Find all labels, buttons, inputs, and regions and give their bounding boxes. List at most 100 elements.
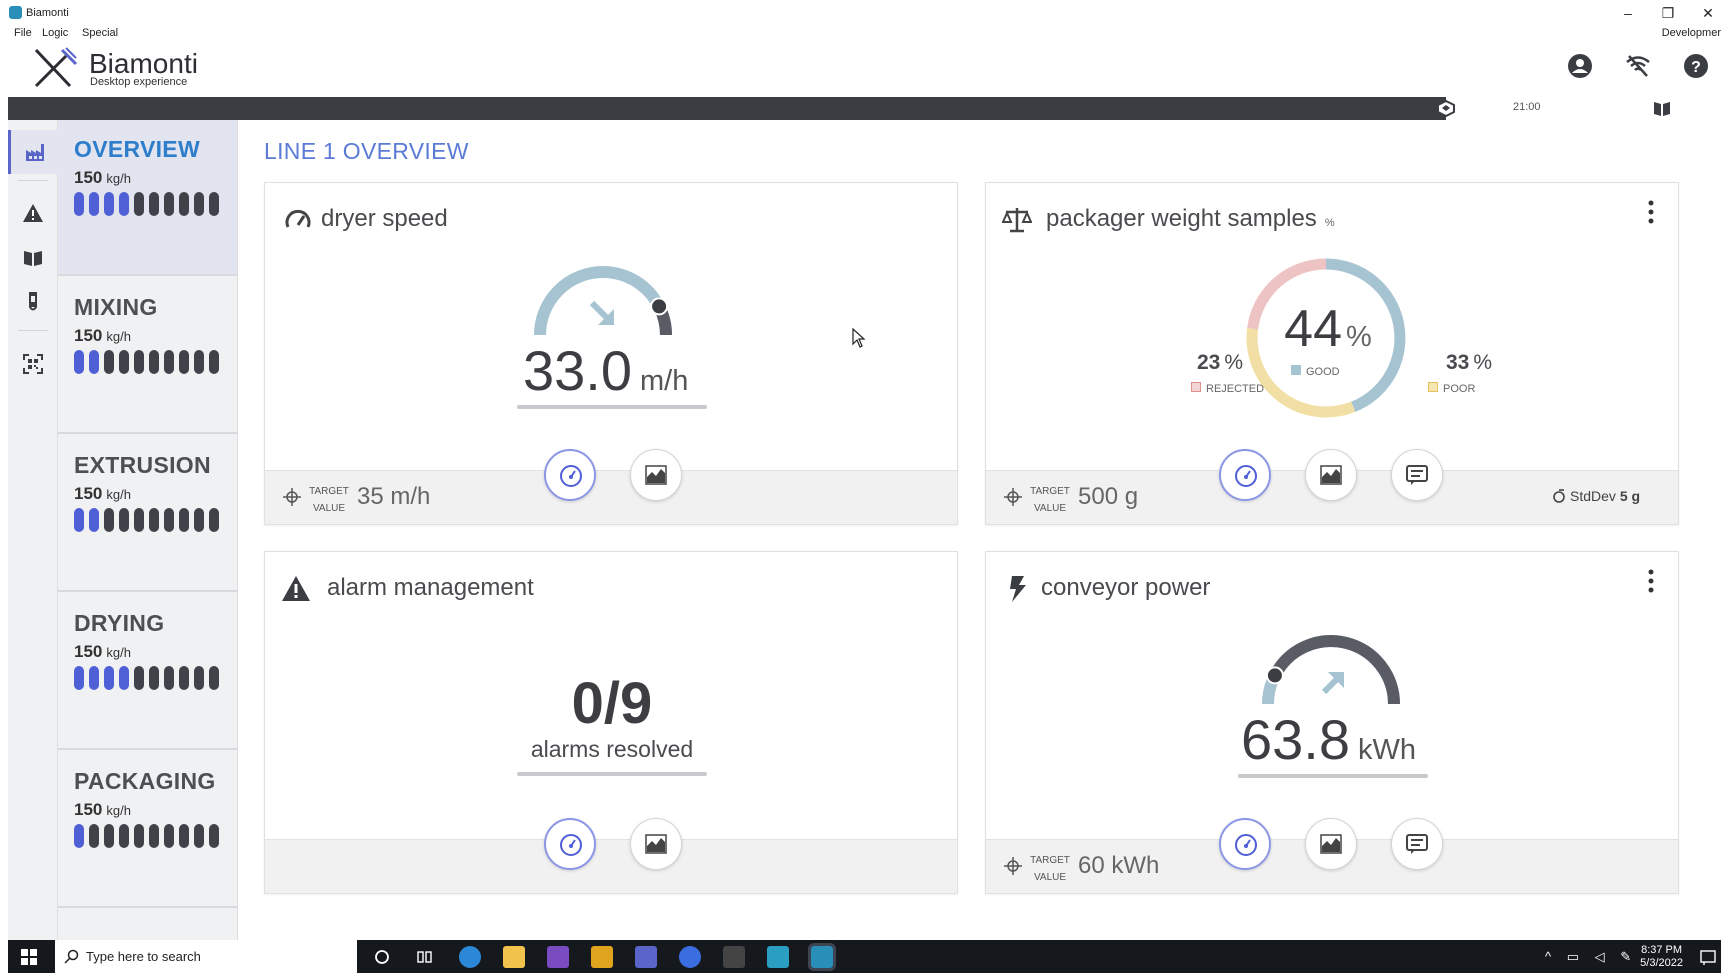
stddev-readout: StdDev 5 g — [1552, 488, 1640, 504]
qr-scan-icon — [23, 354, 43, 374]
level-bar — [74, 350, 84, 374]
level-bar — [74, 508, 84, 532]
level-bar — [119, 666, 129, 690]
windows-start-icon[interactable] — [21, 949, 37, 965]
chart-view-button[interactable] — [630, 449, 682, 501]
comments-button[interactable] — [1391, 449, 1443, 501]
taskbar-clock[interactable]: 8:37 PM 5/3/2022 — [1640, 944, 1683, 970]
cortana-icon[interactable] — [374, 949, 390, 965]
target-value: 60 kWh — [1078, 852, 1160, 879]
level-bar — [209, 666, 219, 690]
feather-app-icon[interactable] — [679, 946, 701, 968]
wifi-off-icon[interactable] — [1624, 52, 1652, 80]
help-icon[interactable]: ? — [1682, 52, 1710, 80]
level-bar — [149, 666, 159, 690]
section-drying[interactable]: DRYING 150 kg/h — [58, 594, 237, 750]
section-overview[interactable]: OVERVIEW 150 kg/h — [58, 120, 237, 276]
timeline-bar[interactable]: 21:00 — [8, 97, 1721, 120]
app-tool-icon[interactable] — [591, 946, 613, 968]
section-rate-unit: kg/h — [106, 487, 131, 502]
gauge-view-button[interactable] — [544, 449, 596, 501]
level-bar — [89, 666, 99, 690]
level-bar — [209, 192, 219, 216]
dryer-speed-gauge — [534, 266, 672, 336]
section-name: DRYING — [74, 610, 165, 636]
menu-file[interactable]: File — [14, 27, 32, 39]
dryer-speed-value: 33.0 m/h — [523, 338, 688, 403]
section-rate: 150 kg/h — [74, 800, 131, 820]
app-icon — [9, 6, 22, 19]
rail-alerts[interactable] — [8, 191, 58, 235]
map-book-icon — [24, 251, 42, 266]
biamonti-active-taskbar-icon[interactable] — [808, 943, 836, 971]
target-value: 500 g — [1078, 483, 1139, 510]
store-app-icon[interactable] — [767, 946, 789, 968]
window-titlebar: Biamonti – ❐ ✕ — [0, 0, 1721, 26]
gauge-view-button[interactable] — [1219, 818, 1271, 870]
test-tube-icon — [29, 292, 37, 311]
comment-icon — [1406, 465, 1428, 485]
level-bar — [89, 192, 99, 216]
level-bar — [149, 350, 159, 374]
edge-browser-icon[interactable] — [459, 946, 481, 968]
rail-scan[interactable] — [8, 342, 58, 386]
close-button[interactable]: ✕ — [1690, 3, 1721, 23]
level-bar — [134, 824, 144, 848]
good-label: GOOD — [1306, 366, 1340, 378]
task-view-icon[interactable] — [417, 949, 433, 965]
rejected-label: REJECTED — [1206, 383, 1265, 395]
notifications-icon[interactable] — [1700, 949, 1716, 965]
menu-bar: File Logic Special Developmer — [0, 26, 1721, 42]
biamonti-taskbar-icon[interactable] — [635, 946, 657, 968]
section-rate-value: 150 — [74, 642, 103, 661]
rail-overview[interactable] — [8, 130, 58, 174]
comments-button[interactable] — [1391, 818, 1443, 870]
visual-studio-icon[interactable] — [547, 946, 569, 968]
file-explorer-icon[interactable] — [503, 946, 525, 968]
chart-view-button[interactable] — [1305, 449, 1357, 501]
chart-view-button[interactable] — [630, 818, 682, 870]
more-options-icon[interactable] — [1647, 199, 1655, 225]
restore-button[interactable]: ❐ — [1650, 3, 1686, 23]
conveyor-power-number: 63.8 — [1241, 708, 1350, 771]
account-icon[interactable] — [1566, 52, 1594, 80]
level-bar — [119, 350, 129, 374]
rail-maps[interactable] — [8, 236, 58, 280]
menu-developer[interactable]: Developmer — [1662, 27, 1721, 39]
more-options-icon[interactable] — [1647, 568, 1655, 594]
gauge-view-button[interactable] — [544, 818, 596, 870]
section-rate: 150 kg/h — [74, 326, 131, 346]
packager-weight-card: packager weight samples% 44% GOOD 23% RE… — [985, 182, 1679, 525]
area-chart-icon — [645, 834, 667, 854]
rejected-legend: REJECTED — [1191, 382, 1264, 395]
timeline-map-book-icon[interactable] — [1652, 99, 1672, 118]
area-chart-icon — [1320, 465, 1342, 485]
minimize-button[interactable]: – — [1610, 3, 1646, 23]
timeline-start-handle-icon[interactable] — [1436, 99, 1456, 118]
menu-logic[interactable]: Logic — [42, 27, 68, 39]
rail-divider — [18, 180, 48, 181]
terminal-icon[interactable] — [723, 946, 745, 968]
system-tray-icons[interactable]: ^ ▭ ◁ ✎ — [1545, 949, 1637, 965]
poor-legend: POOR — [1428, 382, 1475, 395]
app-header: Biamonti Desktop experience ? — [0, 42, 1721, 96]
search-placeholder: Type here to search — [86, 949, 201, 964]
level-bar — [104, 350, 114, 374]
level-bar — [209, 508, 219, 532]
section-packaging[interactable]: PACKAGING 150 kg/h — [58, 752, 237, 908]
level-bar — [164, 824, 174, 848]
level-bar — [179, 666, 189, 690]
alarm-caption: alarms resolved — [530, 736, 694, 762]
section-mixing[interactable]: MIXING 150 kg/h — [58, 278, 237, 434]
section-extrusion[interactable]: EXTRUSION 150 kg/h — [58, 436, 237, 592]
timeline-window[interactable] — [1446, 97, 1721, 120]
rail-lab[interactable] — [8, 279, 58, 323]
dryer-speed-card: dryer speed 33.0 m/h TARGET VALUE 35 m/h — [264, 182, 958, 525]
good-unit: % — [1346, 321, 1372, 353]
level-bar — [134, 666, 144, 690]
chart-view-button[interactable] — [1305, 818, 1357, 870]
gauge-view-button[interactable] — [1219, 449, 1271, 501]
menu-special[interactable]: Special — [82, 27, 118, 39]
taskbar-search[interactable]: Type here to search — [55, 940, 357, 973]
section-rate-unit: kg/h — [106, 645, 131, 660]
